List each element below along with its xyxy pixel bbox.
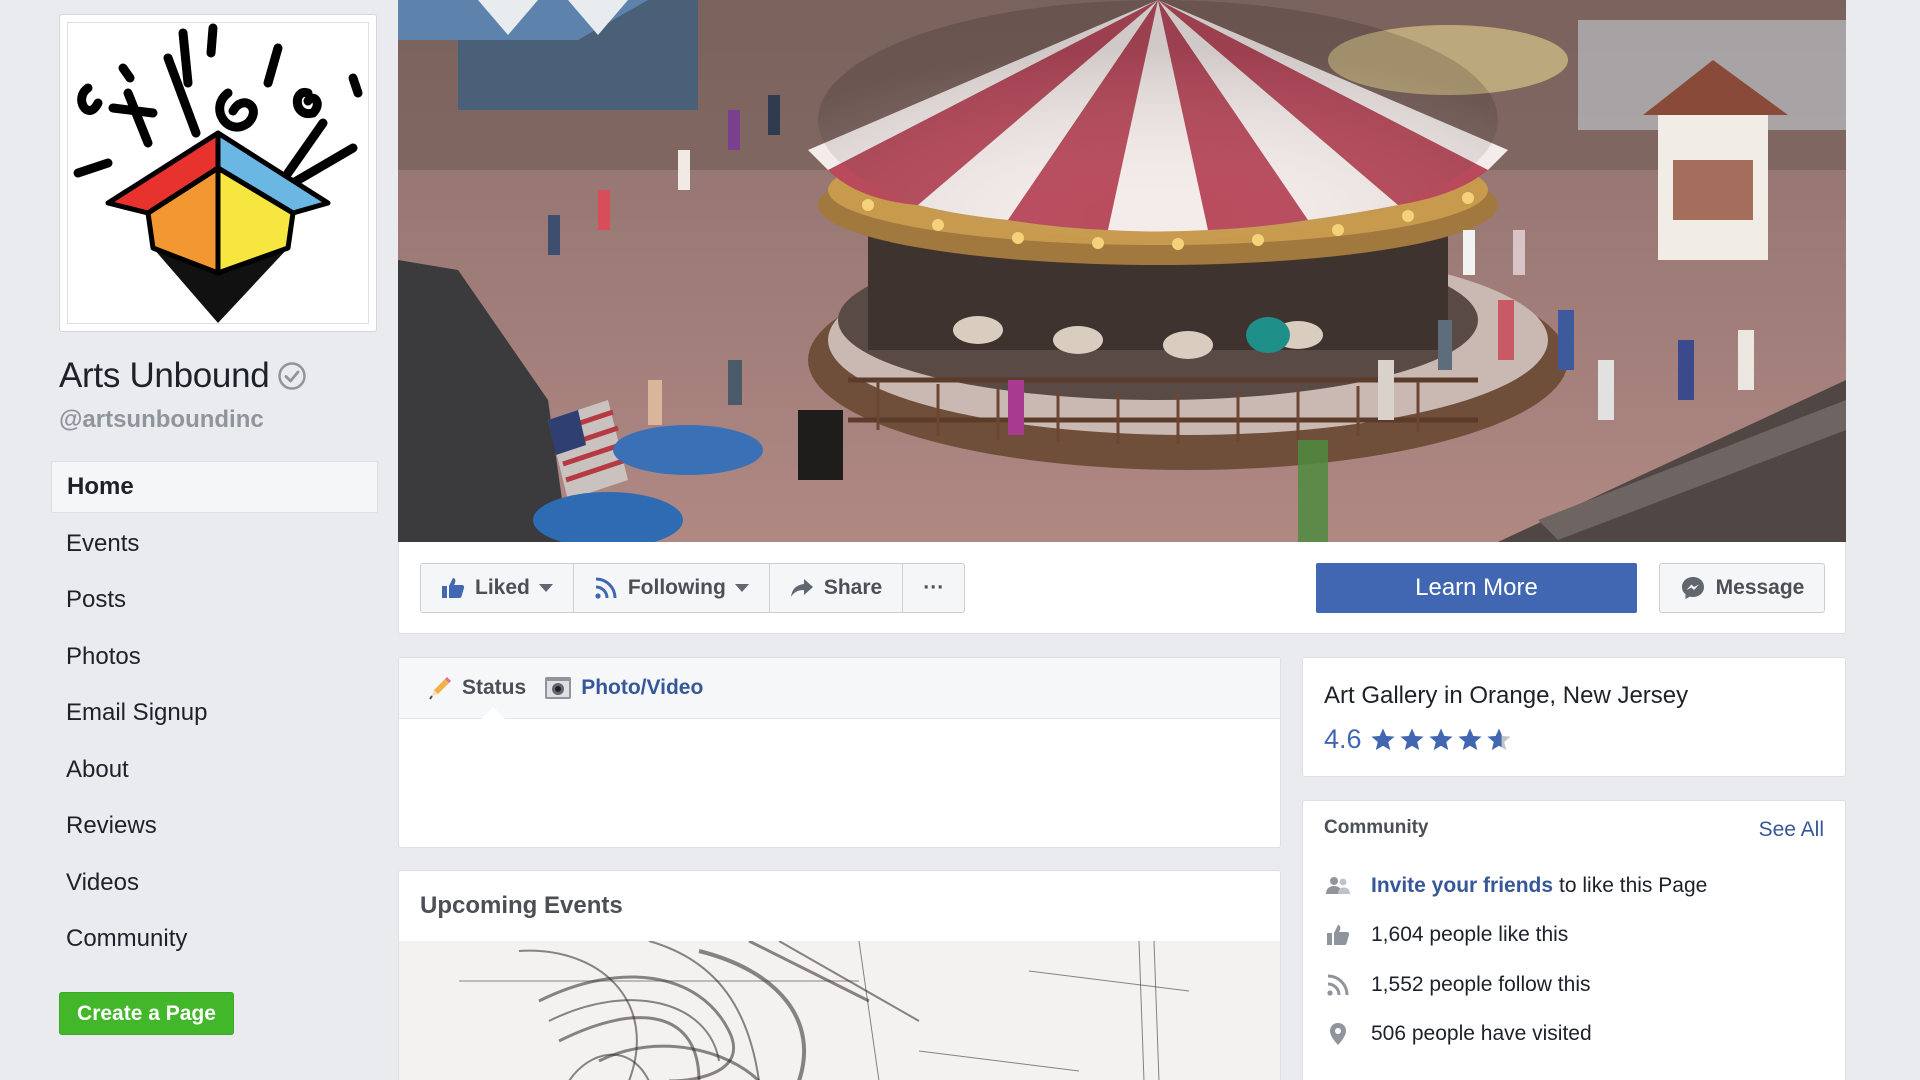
sidebar-item-community[interactable]: Community — [51, 913, 378, 965]
chevron-down-icon — [734, 584, 749, 592]
star-rating — [1370, 727, 1515, 753]
tab-photo-video-label: Photo/Video — [581, 676, 704, 699]
invite-friends-text: to like this Page — [1559, 873, 1708, 897]
rss-icon — [595, 577, 617, 599]
star-icon — [1487, 728, 1511, 750]
camera-icon — [545, 677, 572, 699]
likes-count: 1,604 people like this — [1371, 923, 1569, 947]
share-label: Share — [823, 576, 883, 599]
follows-row: 1,552 people follow this — [1324, 960, 1707, 1010]
composer-text-area[interactable] — [399, 719, 1280, 848]
see-all-link[interactable]: See All — [1759, 818, 1824, 842]
tab-status-label: Status — [462, 676, 527, 699]
page-info-card: Art Gallery in Orange, New Jersey 4.6 — [1302, 657, 1846, 777]
post-composer: Status Photo/Video — [398, 657, 1281, 848]
sidebar-item-events[interactable]: Events — [51, 518, 378, 570]
carousel-scene-image — [398, 0, 1846, 542]
profile-logo — [67, 22, 369, 324]
pencil-icon — [429, 677, 451, 700]
sidebar-item-videos[interactable]: Videos — [51, 857, 378, 909]
tab-photo-video[interactable]: Photo/Video — [544, 675, 703, 701]
chevron-down-icon — [538, 584, 553, 592]
more-options-label: ··· — [923, 576, 945, 599]
rss-icon — [1327, 974, 1349, 996]
following-label: Following — [627, 576, 726, 599]
page-title-row: Arts Unbound — [59, 356, 307, 396]
page-action-bar: Liked Following Share ··· Learn More Mes… — [398, 542, 1846, 634]
event-image[interactable] — [399, 941, 1280, 1080]
star-icon — [1429, 728, 1453, 750]
profile-picture[interactable] — [59, 14, 377, 332]
tab-status[interactable]: Status — [427, 675, 526, 701]
star-icon — [1371, 728, 1395, 750]
liked-button[interactable]: Liked — [421, 564, 574, 612]
invite-friends-link[interactable]: Invite your friends — [1371, 874, 1553, 898]
visits-count: 506 people have visited — [1371, 1022, 1592, 1046]
thumbs-up-icon — [442, 578, 465, 598]
cover-photo[interactable] — [398, 0, 1846, 542]
follows-count: 1,552 people follow this — [1371, 972, 1591, 996]
message-button[interactable]: Message — [1659, 563, 1825, 613]
composer-tabs: Status Photo/Video — [399, 658, 1280, 719]
page-title[interactable]: Arts Unbound — [59, 356, 270, 396]
active-tab-indicator — [481, 707, 505, 719]
upcoming-events-card: Upcoming Events — [398, 870, 1281, 1080]
sidebar-item-home[interactable]: Home — [51, 461, 378, 513]
visits-row: 506 people have visited — [1324, 1010, 1707, 1060]
star-icon — [1400, 728, 1424, 750]
sidebar-item-reviews[interactable]: Reviews — [51, 800, 378, 852]
sidebar-item-photos[interactable]: Photos — [51, 631, 378, 683]
star-icon — [1458, 728, 1482, 750]
share-button[interactable]: Share — [770, 564, 904, 612]
verified-check-icon — [278, 362, 307, 390]
message-label: Message — [1715, 576, 1805, 599]
learn-more-button[interactable]: Learn More — [1316, 563, 1637, 613]
page-category: Art Gallery in Orange, New Jersey — [1324, 682, 1689, 709]
page-handle[interactable]: @artsunboundinc — [59, 406, 264, 434]
create-page-button[interactable]: Create a Page — [59, 992, 234, 1035]
sidebar-item-about[interactable]: About — [51, 744, 378, 796]
friends-icon — [1326, 876, 1350, 894]
share-arrow-icon — [790, 579, 813, 597]
page-actions-group: Liked Following Share ··· — [420, 563, 966, 613]
arts-unbound-logo — [73, 23, 363, 323]
map-pin-icon — [1330, 1023, 1346, 1046]
sidebar-nav: Home Events Posts Photos Email Signup Ab… — [51, 461, 378, 970]
sketch-artwork-image — [459, 941, 1190, 1080]
following-button[interactable]: Following — [574, 564, 770, 612]
community-stats: Invite your friends to like this Page 1,… — [1324, 861, 1707, 1059]
more-options-button[interactable]: ··· — [903, 564, 964, 612]
community-title: Community — [1324, 817, 1429, 838]
community-card: Community See All Invite your friends to… — [1302, 800, 1846, 1080]
messenger-icon — [1681, 577, 1704, 599]
liked-label: Liked — [475, 576, 530, 599]
rating-value: 4.6 — [1324, 724, 1362, 754]
upcoming-events-title: Upcoming Events — [420, 892, 623, 919]
likes-row: 1,604 people like this — [1324, 911, 1707, 961]
sidebar-item-posts[interactable]: Posts — [51, 574, 378, 626]
rating-row[interactable]: 4.6 — [1324, 724, 1845, 755]
thumbs-up-icon — [1327, 925, 1350, 946]
sidebar-item-email-signup[interactable]: Email Signup — [51, 687, 378, 739]
invite-friends-row: Invite your friends to like this Page — [1324, 861, 1707, 911]
